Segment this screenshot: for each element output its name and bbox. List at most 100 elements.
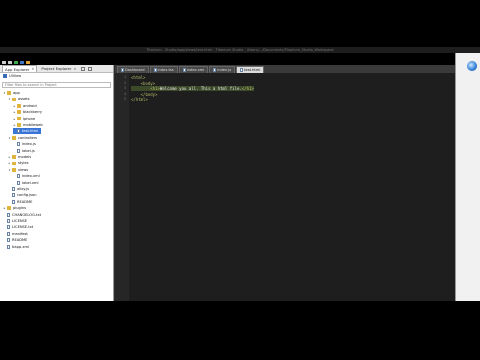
- tree-item[interactable]: ▸ iphone: [13, 116, 36, 122]
- save-icon[interactable]: [8, 61, 12, 64]
- maximize-icon[interactable]: [88, 66, 93, 71]
- editor-tab[interactable]: index.js: [209, 66, 236, 73]
- tree-item-label: assets: [18, 97, 30, 102]
- debug-icon[interactable]: [20, 61, 24, 64]
- close-icon[interactable]: ✕: [73, 67, 76, 71]
- tree-item[interactable]: ▸ models: [8, 154, 31, 160]
- tree-item[interactable]: ▾ assets: [8, 96, 30, 102]
- line-number: 4: [123, 91, 126, 96]
- close-icon[interactable]: ✕: [31, 67, 34, 71]
- code-line: </body>: [131, 92, 158, 97]
- tree-item[interactable]: ▾ controllers: [8, 135, 37, 141]
- tree-item[interactable]: README: [8, 199, 32, 205]
- text-content: Welcome you all. This a html file.: [159, 86, 242, 91]
- tree-item[interactable]: ▸ styles: [8, 160, 29, 166]
- tree-item-label: mobileweb: [23, 123, 43, 127]
- code-line: <h1>Welcome you all. This a html file.</…: [131, 86, 254, 91]
- editor-tab-label: Dashboard: [125, 68, 145, 72]
- tree-item[interactable]: ▸ mobileweb: [13, 122, 43, 128]
- project-selector[interactable]: UIView: [0, 73, 113, 79]
- file-icon: [12, 199, 15, 204]
- editor-tab-label: test.html: [244, 68, 261, 72]
- tree-item-label: alloy.js: [17, 187, 30, 191]
- code-line: </html>: [131, 97, 148, 102]
- file-icon: [17, 174, 20, 179]
- folder-icon: [12, 161, 16, 166]
- tree-item-label: index.js: [22, 142, 36, 147]
- explorer-tab[interactable]: App Explorer ✕: [2, 65, 38, 72]
- tree-item[interactable]: test.html: [13, 128, 42, 135]
- editor-tab[interactable]: index.tss: [149, 66, 178, 73]
- line-number: 1: [123, 75, 126, 79]
- expand-toggle-icon[interactable]: ▸: [13, 117, 16, 121]
- explorer-tab[interactable]: Project Explorer ✕: [39, 65, 78, 72]
- explorer-tab-label: Project Explorer: [41, 66, 72, 71]
- folder-icon: [12, 136, 16, 140]
- tree-item-label: label.xml: [22, 180, 39, 185]
- new-icon[interactable]: [2, 61, 6, 64]
- tree-item[interactable]: ▾ app: [3, 90, 20, 96]
- html-tag: </h1>: [241, 86, 254, 91]
- tree-item[interactable]: index.js: [13, 141, 36, 147]
- line-number: 3: [123, 86, 126, 90]
- tree-item[interactable]: ▸ android: [13, 103, 37, 109]
- tree-item[interactable]: README: [3, 237, 27, 243]
- tree-item[interactable]: CHANGELOG.txt: [3, 212, 41, 218]
- folder-icon: [17, 110, 21, 114]
- right-sidebar: [455, 53, 480, 301]
- tree-item-label: manifest: [12, 231, 28, 236]
- web-browser-globe-icon[interactable]: [466, 60, 478, 72]
- html-tag: <body>: [140, 80, 156, 86]
- expand-toggle-icon[interactable]: ▾: [8, 97, 11, 101]
- tree-item[interactable]: config.json: [8, 192, 37, 198]
- file-icon: [213, 68, 217, 72]
- folder-icon: [17, 104, 21, 108]
- filter-search-field[interactable]: [2, 82, 111, 88]
- project-name: UIView: [9, 74, 22, 78]
- editor-tab[interactable]: Dashboard: [117, 66, 149, 73]
- tree-item[interactable]: index.xml: [13, 173, 40, 179]
- run-icon[interactable]: [14, 61, 18, 64]
- filter-search-input[interactable]: [5, 83, 110, 87]
- tree-item[interactable]: alloy.js: [8, 186, 29, 192]
- tree-item-label: LICENSE.txt: [12, 225, 34, 230]
- explorer-tabs: App Explorer ✕ Project Explorer ✕: [0, 65, 113, 73]
- expand-toggle-icon[interactable]: ▸: [13, 104, 16, 108]
- expand-toggle-icon[interactable]: ▾: [8, 168, 11, 172]
- file-icon: [121, 68, 124, 72]
- tree-item-label: README: [12, 238, 28, 243]
- tree-item[interactable]: LICENSE.txt: [3, 224, 33, 230]
- tree-item[interactable]: manifest: [3, 231, 28, 237]
- expand-toggle-icon[interactable]: ▸: [13, 123, 16, 127]
- editor-tab[interactable]: test.html: [236, 66, 265, 73]
- file-icon: [7, 225, 10, 230]
- publish-icon[interactable]: [26, 61, 30, 64]
- expand-toggle-icon[interactable]: ▾: [8, 136, 11, 140]
- expand-toggle-icon[interactable]: ▸: [13, 110, 16, 114]
- tree-item-label: tiapp.xml: [12, 244, 29, 249]
- tree-item[interactable]: label.js: [13, 148, 35, 154]
- expand-toggle-icon[interactable]: ▸: [8, 155, 11, 159]
- file-icon: [7, 212, 10, 217]
- editor-tab[interactable]: index.xml: [178, 66, 209, 73]
- expand-toggle-icon[interactable]: ▸: [3, 206, 6, 210]
- file-icon: [7, 231, 10, 236]
- file-icon: [12, 187, 15, 191]
- minimize-icon[interactable]: [81, 66, 86, 71]
- tree-item[interactable]: LICENSE: [3, 218, 27, 224]
- code-line: <html>: [131, 75, 145, 80]
- line-number: 2: [123, 80, 126, 85]
- expand-toggle-icon[interactable]: ▸: [8, 161, 11, 165]
- tree-item[interactable]: label.xml: [13, 180, 38, 186]
- tree-item[interactable]: ▸ plugins: [3, 205, 26, 211]
- tree-item[interactable]: tiapp.xml: [3, 244, 29, 250]
- expand-toggle-icon[interactable]: ▾: [3, 91, 6, 95]
- file-icon: [12, 193, 15, 198]
- tree-item[interactable]: ▾ views: [8, 167, 28, 173]
- tree-item-label: models: [18, 155, 32, 159]
- file-icon: [240, 68, 244, 72]
- tree-item[interactable]: ▸ blackberry: [13, 109, 42, 115]
- explorer-tab-label: App Explorer: [5, 66, 30, 72]
